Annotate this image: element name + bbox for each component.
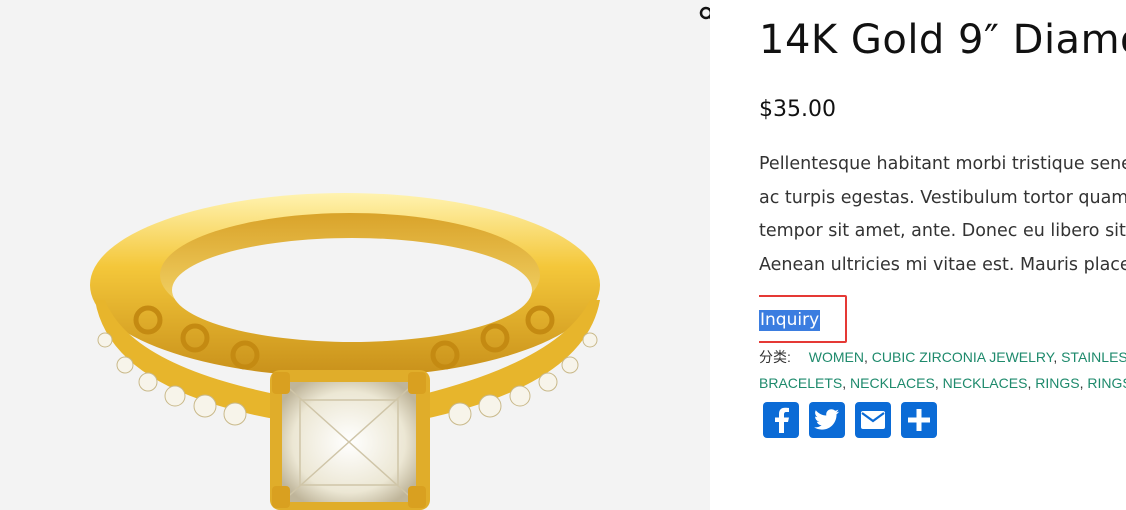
category-link[interactable]: RINGS bbox=[1035, 375, 1079, 391]
share-buttons bbox=[763, 402, 937, 438]
share-plus-icon bbox=[908, 409, 930, 431]
category-link[interactable]: NECKLACES bbox=[850, 375, 935, 391]
category-link[interactable]: NECKLACES bbox=[943, 375, 1028, 391]
facebook-share-button[interactable] bbox=[763, 402, 799, 438]
product-price: $35.00 bbox=[759, 97, 836, 122]
category-link[interactable]: WOMEN bbox=[809, 349, 864, 365]
product-description: Pellentesque habitant morbi tristique se… bbox=[759, 148, 1126, 282]
product-image[interactable] bbox=[0, 0, 710, 510]
description-line: Aenean ultricies mi vitae est. Mauris pl… bbox=[759, 254, 1126, 275]
email-share-button[interactable] bbox=[855, 402, 891, 438]
categories-label: 分类: bbox=[759, 349, 791, 365]
category-link[interactable]: CUBIC ZIRCONIA JEWELRY bbox=[872, 349, 1054, 365]
inquiry-button[interactable]: Inquiry bbox=[759, 310, 821, 331]
category-link[interactable]: STAINLESS STEEL bbox=[1061, 349, 1126, 365]
category-link[interactable]: RINGS bbox=[1087, 375, 1126, 391]
category-link[interactable]: BRACELETS bbox=[759, 375, 842, 391]
product-gallery bbox=[0, 0, 710, 510]
description-line: ac turpis egestas. Vestibulum tortor qua… bbox=[759, 187, 1126, 208]
description-line: tempor sit amet, ante. Donec eu libero s… bbox=[759, 221, 1126, 241]
email-icon bbox=[861, 411, 885, 429]
product-categories: 分类: WOMEN, CUBIC ZIRCONIA JEWELRY, STAIN… bbox=[759, 344, 1126, 396]
product-summary: 14K Gold 9″ Diamond $35.00 Pellentesque … bbox=[759, 0, 1126, 510]
search-icon bbox=[699, 6, 710, 20]
more-share-button[interactable] bbox=[901, 402, 937, 438]
inquiry-highlight-box: Inquiry bbox=[759, 295, 847, 343]
twitter-icon bbox=[814, 409, 839, 430]
product-title: 14K Gold 9″ Diamond bbox=[759, 17, 1126, 63]
zoom-button[interactable] bbox=[697, 4, 710, 26]
description-line: Pellentesque habitant morbi tristique se… bbox=[759, 154, 1126, 174]
facebook-icon bbox=[775, 407, 789, 433]
twitter-share-button[interactable] bbox=[809, 402, 845, 438]
